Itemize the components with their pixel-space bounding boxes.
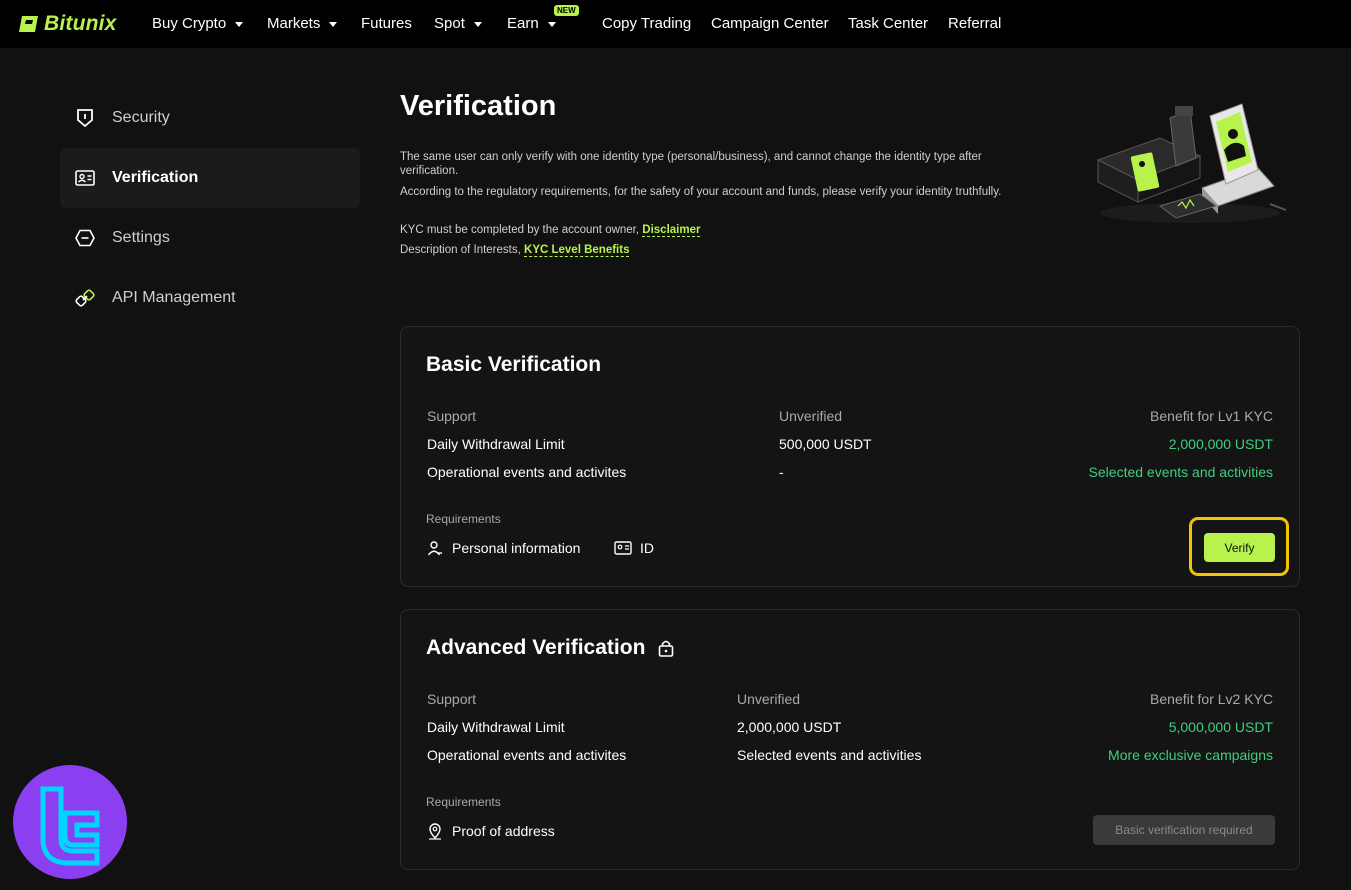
caret-down-icon	[473, 22, 482, 27]
interests-note: Description of Interests, KYC Level Bene…	[400, 243, 630, 257]
verify-button[interactable]: Verify	[1204, 533, 1275, 562]
row-benefit: Selected events and activities	[1088, 464, 1273, 480]
col-benefit: Benefit for Lv2 KYC	[1150, 691, 1273, 707]
kyc-owner-note: KYC must be completed by the account own…	[400, 223, 701, 237]
sidebar-item-label: Security	[112, 109, 170, 126]
sidebar-item-label: Verification	[112, 169, 199, 186]
new-badge: NEW	[554, 5, 579, 16]
basic-verification-title: Basic Verification	[426, 353, 602, 376]
shield-icon	[74, 107, 96, 129]
sidebar-item-settings[interactable]: Settings	[60, 208, 360, 268]
requirement-label: ID	[640, 540, 654, 556]
nav-label: Buy Crypto	[152, 15, 227, 32]
nav-label: Referral	[948, 15, 1002, 32]
watermark-logo	[13, 765, 127, 879]
disclaimer-link[interactable]: Disclaimer	[642, 224, 701, 237]
row-current: Selected events and activities	[737, 747, 922, 763]
sidebar-item-label: API Management	[112, 289, 236, 306]
table-row: Daily Withdrawal Limit 500,000 USDT 2,00…	[427, 436, 1273, 454]
nav-earn[interactable]: Earn	[507, 15, 556, 32]
sidebar-item-api-management[interactable]: API Management	[60, 268, 360, 328]
person-icon	[426, 539, 444, 557]
requirement-label: Proof of address	[452, 823, 555, 839]
top-nav: Bitunix Buy Crypto Markets Futures Spot …	[0, 0, 1351, 48]
desc-line: The same user can only verify with one i…	[400, 151, 982, 163]
col-support: Support	[427, 408, 477, 424]
row-benefit: 2,000,000 USDT	[1168, 436, 1273, 452]
requirement-personal-info: Personal information	[426, 539, 580, 557]
row-current: -	[779, 464, 784, 480]
caret-down-icon	[547, 22, 556, 27]
col-unverified: Unverified	[737, 691, 801, 707]
row-current: 2,000,000 USDT	[737, 719, 842, 735]
row-label: Operational events and activites	[427, 464, 627, 480]
row-label: Operational events and activites	[427, 747, 627, 763]
advanced-title-text: Advanced Verification	[426, 636, 646, 659]
logo-icon	[19, 16, 38, 32]
advanced-verification-title: Advanced Verification	[426, 636, 675, 660]
caret-down-icon	[329, 22, 338, 27]
col-support: Support	[427, 691, 477, 707]
kyc-benefits-link[interactable]: KYC Level Benefits	[524, 244, 630, 257]
brand-logo[interactable]: Bitunix	[18, 12, 117, 36]
id-card-icon	[614, 539, 632, 557]
nav-label: Copy Trading	[602, 15, 692, 32]
nav-markets[interactable]: Markets	[267, 15, 338, 32]
desc-line: verification.	[400, 165, 459, 177]
id-card-icon	[74, 167, 96, 189]
regulatory-note: According to the regulatory requirements…	[400, 186, 1002, 198]
nav-label: Task Center	[848, 15, 929, 32]
nav-campaign-center[interactable]: Campaign Center	[711, 15, 829, 32]
basic-verification-card: Basic Verification Support Unverified Be…	[400, 326, 1300, 587]
watermark-icon	[40, 786, 100, 866]
requirement-label: Personal information	[452, 540, 581, 556]
table-header: Support Unverified Benefit for Lv1 KYC	[427, 408, 1273, 426]
lock-icon	[657, 639, 675, 657]
nav-label: Futures	[361, 15, 412, 32]
nav-copy-trading[interactable]: Copy Trading	[602, 15, 691, 32]
interests-text: Description of Interests,	[400, 244, 521, 256]
location-pin-icon	[426, 822, 444, 840]
nav-futures[interactable]: Futures	[361, 15, 412, 32]
row-label: Daily Withdrawal Limit	[427, 436, 565, 452]
nav-label: Campaign Center	[711, 15, 829, 32]
requirements-label: Requirements	[426, 795, 501, 809]
row-label: Daily Withdrawal Limit	[427, 719, 565, 735]
page-title: Verification	[400, 90, 557, 122]
table-header: Support Unverified Benefit for Lv2 KYC	[427, 691, 1273, 709]
col-unverified: Unverified	[779, 408, 843, 424]
sidebar-item-verification[interactable]: Verification	[60, 148, 360, 208]
nav-label: Markets	[267, 15, 321, 32]
hexagon-icon	[74, 227, 96, 249]
sidebar-item-label: Settings	[112, 229, 170, 246]
table-row: Daily Withdrawal Limit 2,000,000 USDT 5,…	[427, 719, 1273, 737]
nav-task-center[interactable]: Task Center	[848, 15, 928, 32]
nav-label: Earn	[507, 15, 539, 32]
verification-illustration	[1096, 103, 1287, 223]
row-benefit: More exclusive campaigns	[1108, 747, 1273, 763]
basic-verification-required-button[interactable]: Basic verification required	[1093, 815, 1275, 845]
verification-description: The same user can only verify with one i…	[400, 150, 1060, 178]
caret-down-icon	[235, 22, 244, 27]
nav-referral[interactable]: Referral	[948, 15, 1001, 32]
link-icon	[74, 287, 96, 309]
nav-spot[interactable]: Spot	[434, 15, 482, 32]
brand-name: Bitunix	[44, 12, 117, 35]
table-row: Operational events and activites - Selec…	[427, 464, 1273, 482]
col-benefit: Benefit for Lv1 KYC	[1150, 408, 1273, 424]
nav-buy-crypto[interactable]: Buy Crypto	[152, 15, 244, 32]
row-benefit: 5,000,000 USDT	[1168, 719, 1273, 735]
kyc-owner-text: KYC must be completed by the account own…	[400, 224, 640, 236]
nav-label: Spot	[434, 15, 465, 32]
table-row: Operational events and activites Selecte…	[427, 747, 1273, 765]
sidebar-item-security[interactable]: Security	[60, 88, 360, 148]
requirement-proof-of-address: Proof of address	[426, 822, 555, 840]
requirement-id: ID	[614, 539, 654, 557]
row-current: 500,000 USDT	[779, 436, 872, 452]
requirements-label: Requirements	[426, 512, 501, 526]
